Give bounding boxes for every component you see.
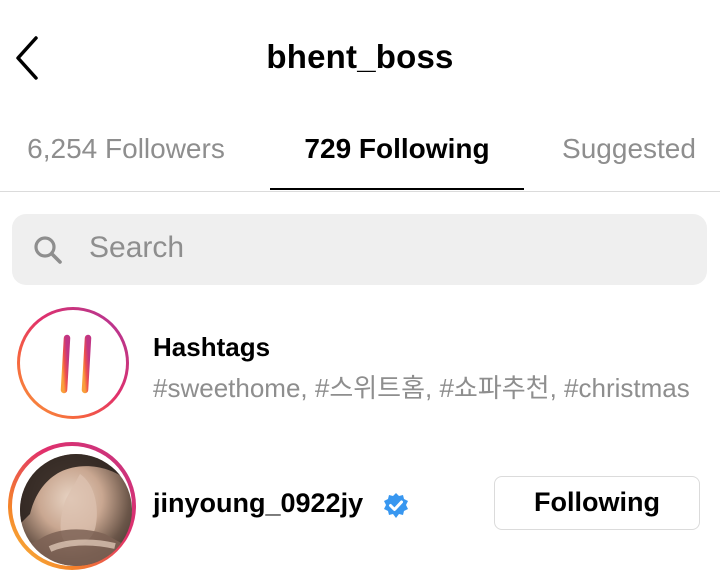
tab-bar: 6,254 Followers 729 Following Suggested (0, 118, 720, 192)
active-tab-indicator (270, 188, 524, 190)
verified-badge-icon (384, 493, 408, 518)
search-placeholder: Search (89, 231, 185, 264)
list-item[interactable]: jinyoung_0922jy Following (0, 436, 720, 577)
story-ring[interactable] (8, 442, 136, 570)
hashtag-icon (50, 334, 102, 394)
search-input[interactable]: Search (12, 214, 707, 285)
tab-followers[interactable]: 6,254 Followers (10, 118, 242, 190)
avatar-photo (20, 454, 132, 566)
hashtags-row[interactable]: Hashtags #sweethome, #스위트홈, #쇼파추천, #chri… (0, 302, 720, 424)
following-list-screen: bhent_boss 6,254 Followers 729 Following… (0, 0, 720, 577)
following-button[interactable]: Following (494, 476, 700, 530)
hashtags-title: Hashtags (153, 332, 271, 362)
page-title: bhent_boss (266, 38, 454, 75)
tab-suggested[interactable]: Suggested (548, 118, 710, 190)
hashtags-subtitle: #sweethome, #스위트홈, #쇼파추천, #christmas (153, 373, 690, 403)
search-icon (34, 236, 62, 264)
header: bhent_boss (0, 0, 720, 118)
avatar (20, 454, 132, 566)
tab-following[interactable]: 729 Following (270, 118, 524, 190)
hashtag-avatar (17, 307, 129, 419)
username[interactable]: jinyoung_0922jy (153, 488, 363, 519)
